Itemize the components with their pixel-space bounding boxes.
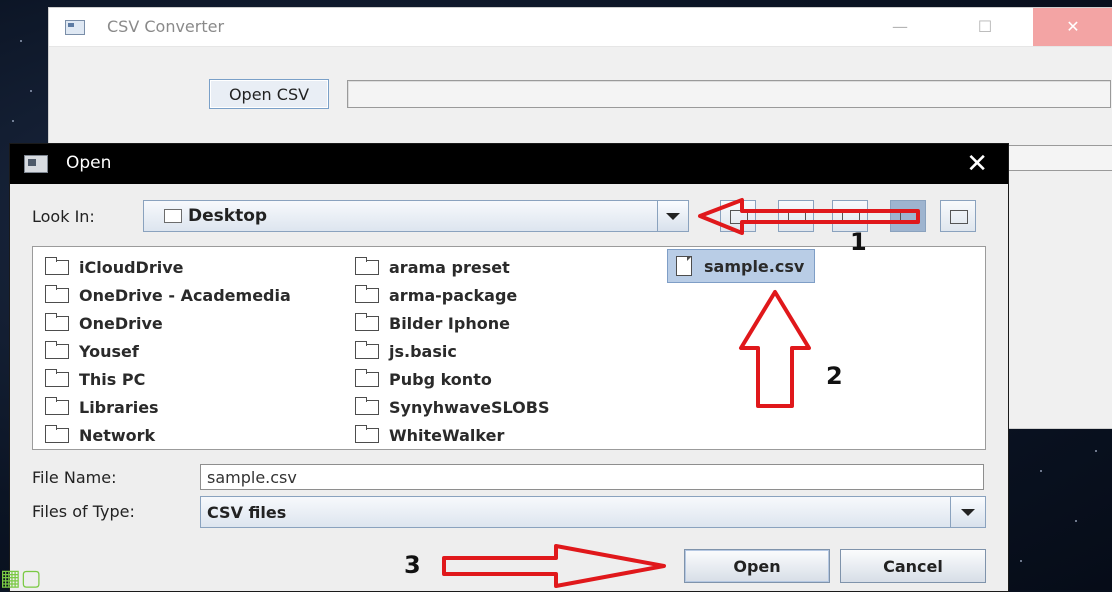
list-item[interactable]: Bilder Iphone bbox=[355, 311, 510, 335]
folder-icon bbox=[45, 368, 69, 387]
folder-icon bbox=[355, 396, 379, 415]
file-name-label: File Name: bbox=[32, 468, 117, 487]
folder-icon bbox=[45, 396, 69, 415]
list-item[interactable]: Pubg konto bbox=[355, 367, 492, 391]
list-item-label: SynyhwaveSLOBS bbox=[389, 397, 550, 417]
cancel-button[interactable]: Cancel bbox=[840, 549, 986, 583]
home-icon bbox=[788, 210, 806, 224]
open-button[interactable]: Open bbox=[684, 549, 830, 583]
new-folder-icon bbox=[842, 210, 860, 224]
file-name-input[interactable] bbox=[200, 464, 984, 490]
folder-icon bbox=[355, 312, 379, 331]
background-star bbox=[20, 40, 22, 42]
list-item[interactable]: Yousef bbox=[45, 339, 139, 363]
list-item[interactable]: WhiteWalker bbox=[355, 423, 504, 447]
list-item-label: This PC bbox=[79, 369, 146, 389]
csv-path-field[interactable] bbox=[347, 80, 1111, 108]
main-titlebar: CSV Converter — ☐ ✕ bbox=[49, 8, 1112, 47]
list-item-label: OneDrive - Academedia bbox=[79, 285, 291, 305]
output-field[interactable] bbox=[1007, 145, 1112, 171]
minimize-icon[interactable]: — bbox=[875, 8, 925, 46]
file-icon bbox=[676, 256, 692, 276]
list-item[interactable]: OneDrive - Academedia bbox=[45, 283, 291, 307]
open-csv-button[interactable]: Open CSV bbox=[209, 79, 329, 109]
list-item-label: OneDrive bbox=[79, 313, 163, 333]
selected-file-label: sample.csv bbox=[704, 256, 805, 276]
selected-file-item[interactable]: sample.csv bbox=[667, 249, 816, 283]
chevron-down-icon[interactable] bbox=[950, 497, 985, 527]
list-view-button[interactable] bbox=[890, 200, 926, 232]
close-window-icon[interactable]: ✕ bbox=[1033, 8, 1112, 46]
folder-icon bbox=[355, 424, 379, 443]
annotation-number-3: 3 bbox=[404, 551, 421, 579]
folder-icon bbox=[355, 256, 379, 275]
list-item[interactable]: js.basic bbox=[355, 339, 457, 363]
background-star bbox=[1075, 520, 1077, 522]
list-item-label: Network bbox=[79, 425, 156, 445]
annotation-number-1: 1 bbox=[850, 228, 867, 256]
up-one-level-button[interactable] bbox=[720, 200, 756, 232]
background-star bbox=[1020, 560, 1022, 562]
dialog-titlebar: Open ✕ bbox=[10, 144, 1008, 184]
java-dialog-icon bbox=[24, 155, 48, 173]
dialog-close-icon[interactable]: ✕ bbox=[960, 148, 994, 180]
home-button[interactable] bbox=[778, 200, 814, 232]
look-in-combo[interactable]: Desktop bbox=[143, 200, 689, 232]
annotation-number-2: 2 bbox=[826, 362, 843, 390]
dialog-title: Open bbox=[66, 153, 112, 173]
list-item-label: Yousef bbox=[79, 341, 139, 361]
desktop-corner-icon: ▦▢ bbox=[0, 566, 42, 591]
files-of-type-value: CSV files bbox=[207, 503, 287, 522]
folder-icon bbox=[164, 209, 182, 223]
list-item-label: arama preset bbox=[389, 257, 510, 277]
chevron-down-icon[interactable] bbox=[657, 201, 688, 231]
folder-icon bbox=[45, 284, 69, 303]
list-item-label: js.basic bbox=[389, 341, 457, 361]
files-of-type-label: Files of Type: bbox=[32, 502, 135, 521]
folder-icon bbox=[355, 284, 379, 303]
background-star bbox=[30, 90, 32, 92]
list-item[interactable]: Libraries bbox=[45, 395, 159, 419]
look-in-value: Desktop bbox=[188, 206, 268, 226]
list-item-label: Libraries bbox=[79, 397, 159, 417]
details-view-button[interactable] bbox=[940, 200, 976, 232]
file-list-pane: iCloudDrive OneDrive - Academedia OneDri… bbox=[32, 246, 986, 450]
app-window-icon bbox=[65, 20, 85, 35]
list-item[interactable]: SynyhwaveSLOBS bbox=[355, 395, 550, 419]
list-item[interactable]: arama preset bbox=[355, 255, 510, 279]
list-item[interactable]: This PC bbox=[45, 367, 145, 391]
list-item-label: WhiteWalker bbox=[389, 425, 505, 445]
look-in-label: Look In: bbox=[32, 207, 95, 226]
folder-icon bbox=[355, 340, 379, 359]
background-star bbox=[1040, 470, 1042, 472]
list-item-label: Pubg konto bbox=[389, 369, 492, 389]
maximize-icon[interactable]: ☐ bbox=[960, 8, 1010, 46]
folder-icon bbox=[45, 312, 69, 331]
list-view-icon bbox=[900, 210, 918, 224]
folder-icon bbox=[45, 340, 69, 359]
main-window-title: CSV Converter bbox=[107, 17, 225, 36]
list-item-label: arma-package bbox=[389, 285, 518, 305]
details-view-icon bbox=[950, 210, 968, 224]
list-item[interactable]: iCloudDrive bbox=[45, 255, 183, 279]
list-item[interactable]: OneDrive bbox=[45, 311, 163, 335]
list-item-label: iCloudDrive bbox=[79, 257, 184, 277]
folder-icon bbox=[355, 368, 379, 387]
up-folder-icon bbox=[730, 210, 748, 224]
open-dialog: Open ✕ Look In: Desktop iCloudDrive OneD… bbox=[9, 143, 1009, 592]
folder-icon bbox=[45, 256, 69, 275]
list-item[interactable]: Network bbox=[45, 423, 155, 447]
background-star bbox=[1095, 450, 1097, 452]
files-of-type-combo[interactable]: CSV files bbox=[200, 496, 986, 528]
folder-icon bbox=[45, 424, 69, 443]
list-item-label: Bilder Iphone bbox=[389, 313, 510, 333]
list-item[interactable]: arma-package bbox=[355, 283, 517, 307]
background-star bbox=[12, 120, 14, 122]
